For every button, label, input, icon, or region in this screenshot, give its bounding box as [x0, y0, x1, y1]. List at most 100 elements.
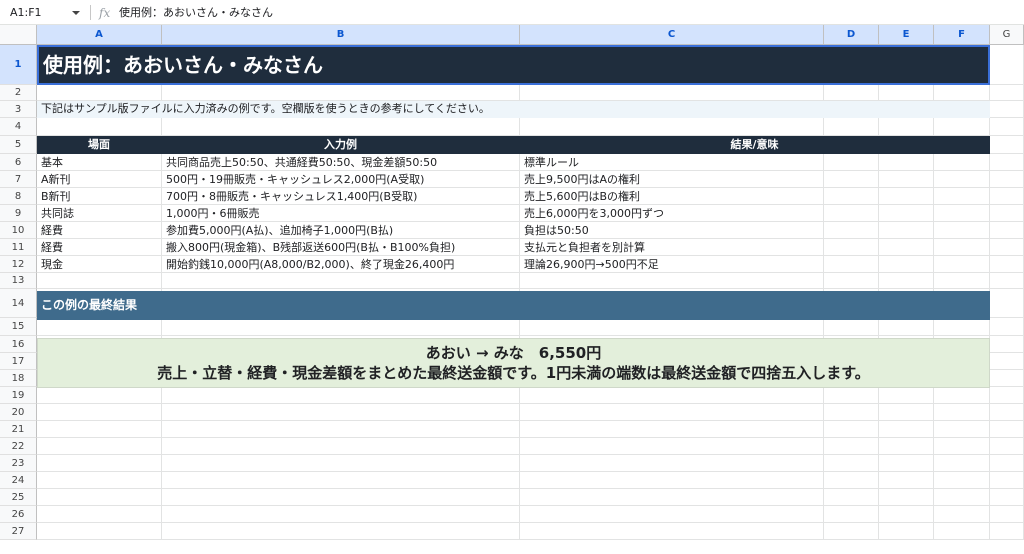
final-result-box[interactable]: あおい → みな 6,550円 売上・立替・経費・現金差額をまとめた最終送金額で… [37, 338, 990, 388]
table-header-scene[interactable]: 場面 [37, 136, 162, 154]
grid-cell[interactable] [824, 256, 879, 273]
grid-cell[interactable] [37, 118, 162, 136]
grid-cell[interactable] [990, 136, 1024, 154]
table-cell-b[interactable]: 500円・19冊販売・キャッシュレス2,000円(A受取) [162, 171, 520, 188]
grid-cell[interactable] [934, 273, 990, 289]
table-cell-c[interactable]: 標準ルール [520, 154, 824, 171]
grid-cell[interactable] [990, 45, 1024, 85]
grid-cell[interactable] [934, 256, 990, 273]
grid-cell[interactable] [934, 455, 990, 472]
grid-cell[interactable] [162, 404, 520, 421]
grid-cell[interactable] [879, 273, 934, 289]
grid-cell[interactable] [162, 118, 520, 136]
grid-cell[interactable] [824, 118, 879, 136]
grid-cell[interactable] [990, 387, 1024, 404]
select-all-corner[interactable] [0, 25, 37, 45]
grid-cell[interactable] [990, 222, 1024, 239]
grid-cell[interactable] [824, 239, 879, 256]
table-cell-c[interactable]: 売上6,000円を3,000円ずつ [520, 205, 824, 222]
grid-cell[interactable] [520, 404, 824, 421]
grid-cell[interactable] [934, 523, 990, 540]
grid-cell[interactable] [990, 239, 1024, 256]
grid-cell[interactable] [934, 506, 990, 523]
grid-cell[interactable] [879, 171, 934, 188]
grid-cell[interactable] [879, 506, 934, 523]
grid-cell[interactable] [37, 523, 162, 540]
sheet-title[interactable]: 使用例：あおいさん・みなさん [37, 45, 990, 85]
grid-cell[interactable] [879, 239, 934, 256]
grid-cell[interactable] [934, 318, 990, 336]
grid-cell[interactable] [990, 273, 1024, 289]
table-header-input-example[interactable]: 入力例 [162, 136, 520, 154]
grid-cell[interactable] [879, 118, 934, 136]
row-header-26[interactable]: 26 [0, 506, 37, 523]
grid-cell[interactable] [990, 101, 1024, 118]
grid-cell[interactable] [934, 404, 990, 421]
table-cell-c[interactable]: 支払元と負担者を別計算 [520, 239, 824, 256]
grid-cell[interactable] [879, 222, 934, 239]
grid-cell[interactable] [879, 387, 934, 404]
grid-cell[interactable] [824, 404, 879, 421]
grid-cell[interactable] [520, 387, 824, 404]
grid-cell[interactable] [879, 205, 934, 222]
grid-cell[interactable] [879, 256, 934, 273]
table-cell-b[interactable]: 開始釣銭10,000円(A8,000/B2,000)、終了現金26,400円 [162, 256, 520, 273]
table-cell-a[interactable]: 共同誌 [37, 205, 162, 222]
grid-cell[interactable] [990, 318, 1024, 336]
row-header-5[interactable]: 5 [0, 136, 37, 154]
table-cell-a[interactable]: 経費 [37, 239, 162, 256]
grid-cell[interactable] [824, 506, 879, 523]
row-header-16[interactable]: 16 [0, 336, 37, 353]
table-cell-b[interactable]: 搬入800円(現金箱)、B残部返送600円(B払・B100%負担) [162, 239, 520, 256]
grid-cell[interactable] [990, 205, 1024, 222]
grid-cell[interactable] [990, 118, 1024, 136]
row-header-8[interactable]: 8 [0, 188, 37, 205]
grid-cell[interactable] [824, 489, 879, 506]
row-header-4[interactable]: 4 [0, 118, 37, 136]
grid-cell[interactable] [879, 318, 934, 336]
grid-cell[interactable] [520, 273, 824, 289]
grid-cell[interactable] [879, 188, 934, 205]
grid-cell[interactable] [990, 506, 1024, 523]
grid-cell[interactable] [162, 421, 520, 438]
column-header-c[interactable]: C [520, 25, 824, 45]
table-cell-a[interactable]: 経費 [37, 222, 162, 239]
grid-cell[interactable] [824, 472, 879, 489]
grid-cell[interactable] [990, 353, 1024, 370]
grid-cell[interactable] [520, 318, 824, 336]
column-header-f[interactable]: F [934, 25, 990, 45]
table-cell-b[interactable]: 1,000円・6冊販売 [162, 205, 520, 222]
sheet-note[interactable]: 下記はサンプル版ファイルに入力済みの例です。空欄版を使うときの参考にしてください… [37, 101, 990, 118]
grid-cell[interactable] [990, 188, 1024, 205]
grid-cell[interactable] [879, 489, 934, 506]
grid-cell[interactable] [37, 273, 162, 289]
grid-cell[interactable] [934, 171, 990, 188]
grid-cell[interactable] [990, 289, 1024, 318]
grid-cell[interactable] [934, 421, 990, 438]
grid-cell[interactable] [990, 489, 1024, 506]
grid-cell[interactable] [990, 438, 1024, 455]
grid-cell[interactable] [934, 489, 990, 506]
grid-cell[interactable] [824, 222, 879, 239]
grid-cell[interactable] [162, 506, 520, 523]
grid-cell[interactable] [162, 318, 520, 336]
column-header-a[interactable]: A [37, 25, 162, 45]
grid-cell[interactable] [824, 154, 879, 171]
row-header-10[interactable]: 10 [0, 222, 37, 239]
grid-cell[interactable] [879, 438, 934, 455]
grid-cell[interactable] [824, 205, 879, 222]
grid-cell[interactable] [824, 421, 879, 438]
grid-cell[interactable] [162, 472, 520, 489]
row-header-13[interactable]: 13 [0, 273, 37, 289]
grid-cell[interactable] [990, 370, 1024, 387]
column-header-e[interactable]: E [879, 25, 934, 45]
column-header-d[interactable]: D [824, 25, 879, 45]
grid-cell[interactable] [520, 438, 824, 455]
grid-cell[interactable] [934, 205, 990, 222]
row-header-20[interactable]: 20 [0, 404, 37, 421]
row-header-21[interactable]: 21 [0, 421, 37, 438]
grid-cell[interactable] [990, 472, 1024, 489]
grid-cell[interactable] [824, 273, 879, 289]
chevron-down-icon[interactable] [72, 11, 80, 15]
row-header-7[interactable]: 7 [0, 171, 37, 188]
